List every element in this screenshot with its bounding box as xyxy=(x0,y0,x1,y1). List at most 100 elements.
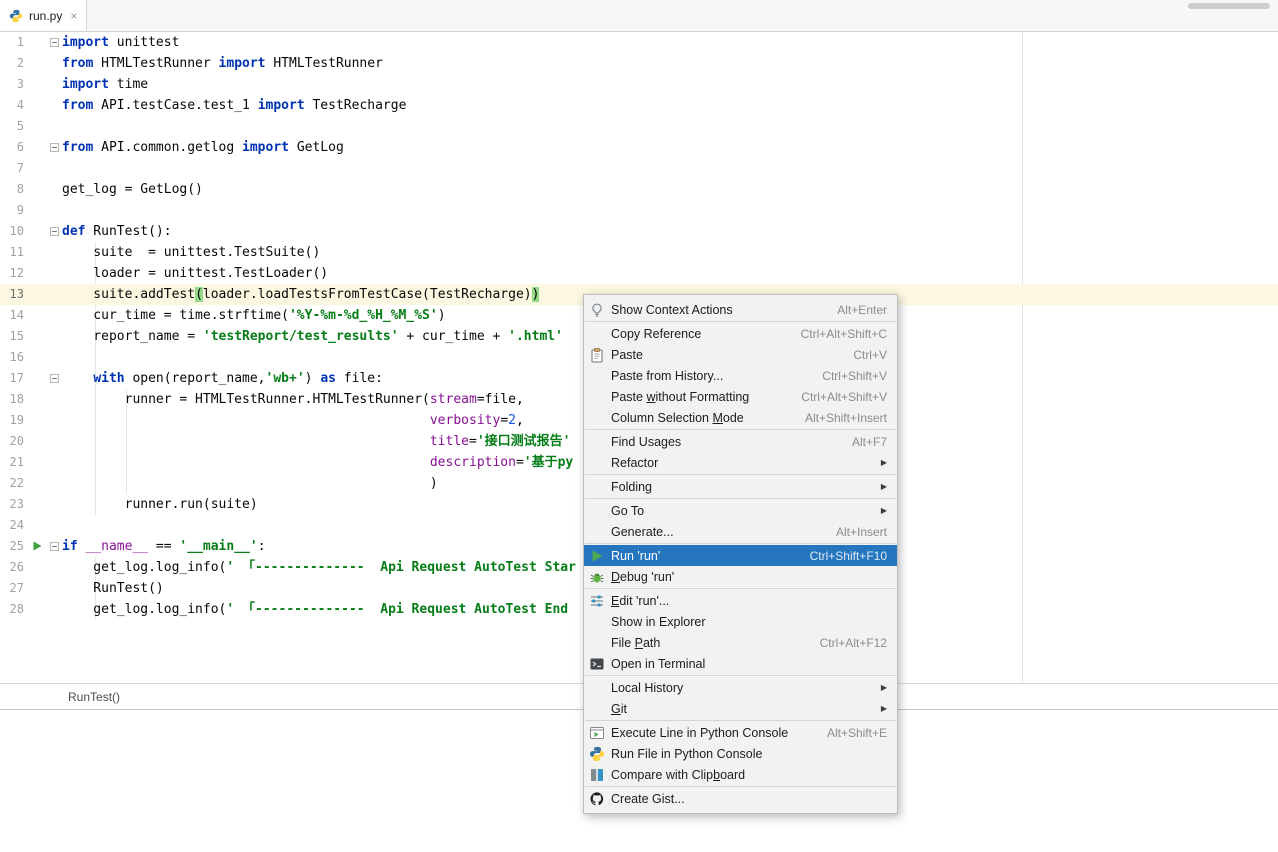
gutter[interactable]: 2 xyxy=(0,53,62,74)
gutter[interactable]: 18 xyxy=(0,389,62,410)
horizontal-scrollbar-thumb[interactable] xyxy=(1188,3,1270,9)
gutter[interactable]: 19 xyxy=(0,410,62,431)
gutter[interactable]: 25 xyxy=(0,536,62,557)
gutter[interactable]: 16 xyxy=(0,347,62,368)
python-console-icon xyxy=(589,746,605,762)
code-line[interactable]: 5 xyxy=(0,116,1278,137)
menu-item-column-selection-mode[interactable]: Column Selection Mode Alt+Shift+Insert xyxy=(584,407,897,428)
python-icon xyxy=(9,9,23,23)
menu-item-paste-without-formatting[interactable]: Paste without Formatting Ctrl+Alt+Shift+V xyxy=(584,386,897,407)
breadcrumb-item[interactable]: RunTest() xyxy=(68,690,120,704)
menu-item-debug-run[interactable]: Debug 'run' xyxy=(584,566,897,587)
gutter[interactable]: 20 xyxy=(0,431,62,452)
menu-item-show-in-explorer[interactable]: Show in Explorer xyxy=(584,611,897,632)
code-line[interactable]: 7 xyxy=(0,158,1278,179)
gutter[interactable]: 23 xyxy=(0,494,62,515)
tab-run-py[interactable]: run.py × xyxy=(0,0,88,31)
gutter[interactable]: 22 xyxy=(0,473,62,494)
gutter[interactable]: 14 xyxy=(0,305,62,326)
gutter[interactable]: 1 xyxy=(0,32,62,53)
menu-item-copy-reference[interactable]: Copy Reference Ctrl+Alt+Shift+C xyxy=(584,323,897,344)
menu-item-label: Show in Explorer xyxy=(611,614,706,629)
menu-item-file-path[interactable]: File Path Ctrl+Alt+F12 xyxy=(584,632,897,653)
code-line[interactable]: 4 from API.testCase.test_1 import TestRec… xyxy=(0,95,1278,116)
menu-item-show-context-actions[interactable]: Show Context Actions Alt+Enter xyxy=(584,299,897,320)
gutter[interactable]: 6 xyxy=(0,137,62,158)
menu-item-git[interactable]: Git ▶ xyxy=(584,698,897,719)
gutter[interactable]: 17 xyxy=(0,368,62,389)
code-line[interactable]: 6 from API.common.getlog import GetLog xyxy=(0,137,1278,158)
gutter[interactable]: 27 xyxy=(0,578,62,599)
gutter[interactable]: 26 xyxy=(0,557,62,578)
menu-item-local-history[interactable]: Local History ▶ xyxy=(584,677,897,698)
fold-icon[interactable] xyxy=(50,38,59,47)
menu-item-paste-from-history[interactable]: Paste from History... Ctrl+Shift+V xyxy=(584,365,897,386)
menu-item-shortcut: Alt+F7 xyxy=(851,434,887,449)
code-line[interactable]: 3 import time xyxy=(0,74,1278,95)
menu-item-icon-empty xyxy=(589,635,605,651)
submenu-arrow-icon: ▶ xyxy=(880,704,887,713)
gutter[interactable]: 15 xyxy=(0,326,62,347)
terminal-icon xyxy=(589,656,605,672)
gutter[interactable]: 9 xyxy=(0,200,62,221)
fold-icon[interactable] xyxy=(50,542,59,551)
editor-tab-bar: run.py × xyxy=(0,0,1278,32)
debug-icon xyxy=(589,569,605,585)
menu-item-label: Folding xyxy=(611,479,652,494)
menu-item-go-to[interactable]: Go To ▶ xyxy=(584,500,897,521)
menu-item-compare-with-clipboard[interactable]: Compare with Clipboard xyxy=(584,764,897,785)
gutter[interactable]: 13 xyxy=(0,284,62,305)
code-line[interactable]: 2 from HTMLTestRunner import HTMLTestRunn… xyxy=(0,53,1278,74)
gutter[interactable]: 5 xyxy=(0,116,62,137)
menu-item-label: Generate... xyxy=(611,524,674,539)
gutter[interactable]: 7 xyxy=(0,158,62,179)
gutter[interactable]: 3 xyxy=(0,74,62,95)
gutter[interactable]: 24 xyxy=(0,515,62,536)
menu-item-create-gist[interactable]: Create Gist... xyxy=(584,788,897,809)
menu-item-find-usages[interactable]: Find Usages Alt+F7 xyxy=(584,431,897,452)
line-number: 28 xyxy=(9,602,24,616)
code-line[interactable]: 12 loader = unittest.TestLoader() xyxy=(0,263,1278,284)
menu-item-label: Find Usages xyxy=(611,434,682,449)
menu-item-label: Go To xyxy=(611,503,645,518)
code-text: if __name__ == '__main__': xyxy=(62,539,266,554)
line-number: 18 xyxy=(9,392,24,406)
menu-item-icon-empty xyxy=(589,410,605,426)
menu-item-folding[interactable]: Folding ▶ xyxy=(584,476,897,497)
menu-item-paste[interactable]: Paste Ctrl+V xyxy=(584,344,897,365)
menu-item-icon-empty xyxy=(589,524,605,540)
menu-item-run-run[interactable]: Run 'run' Ctrl+Shift+F10 xyxy=(584,545,897,566)
menu-item-execute-line-in-python-console[interactable]: Execute Line in Python Console Alt+Shift+… xyxy=(584,722,897,743)
code-line[interactable]: 10 def RunTest(): xyxy=(0,221,1278,242)
run-gutter-icon[interactable] xyxy=(31,540,43,552)
menu-item-label: Paste from History... xyxy=(611,368,724,383)
menu-item-run-file-in-python-console[interactable]: Run File in Python Console xyxy=(584,743,897,764)
code-line[interactable]: 1 import unittest xyxy=(0,32,1278,53)
gutter[interactable]: 21 xyxy=(0,452,62,473)
close-icon[interactable]: × xyxy=(70,10,77,22)
menu-item-refactor[interactable]: Refactor ▶ xyxy=(584,452,897,473)
menu-item-generate[interactable]: Generate... Alt+Insert xyxy=(584,521,897,542)
gutter[interactable]: 8 xyxy=(0,179,62,200)
menu-item-edit-run[interactable]: Edit 'run'... xyxy=(584,590,897,611)
menu-item-label: Git xyxy=(611,701,627,716)
code-line[interactable]: 8 get_log = GetLog() xyxy=(0,179,1278,200)
fold-icon[interactable] xyxy=(50,374,59,383)
fold-icon[interactable] xyxy=(50,227,59,236)
menu-item-icon-empty xyxy=(589,455,605,471)
code-line[interactable]: 11 suite = unittest.TestSuite() xyxy=(0,242,1278,263)
gutter[interactable]: 4 xyxy=(0,95,62,116)
gutter[interactable]: 12 xyxy=(0,263,62,284)
code-text: title='接口测试报告' xyxy=(429,434,571,449)
menu-item-icon-empty xyxy=(589,479,605,495)
gutter[interactable]: 11 xyxy=(0,242,62,263)
menu-item-open-in-terminal[interactable]: Open in Terminal xyxy=(584,653,897,674)
fold-icon[interactable] xyxy=(50,143,59,152)
menu-separator xyxy=(585,429,896,430)
code-line[interactable]: 9 xyxy=(0,200,1278,221)
line-number: 13 xyxy=(9,287,24,301)
run-icon xyxy=(589,548,605,564)
code-text: cur_time = time.strftime('%Y-%m-%d_%H_%M… xyxy=(62,308,446,323)
gutter[interactable]: 10 xyxy=(0,221,62,242)
gutter[interactable]: 28 xyxy=(0,599,62,620)
